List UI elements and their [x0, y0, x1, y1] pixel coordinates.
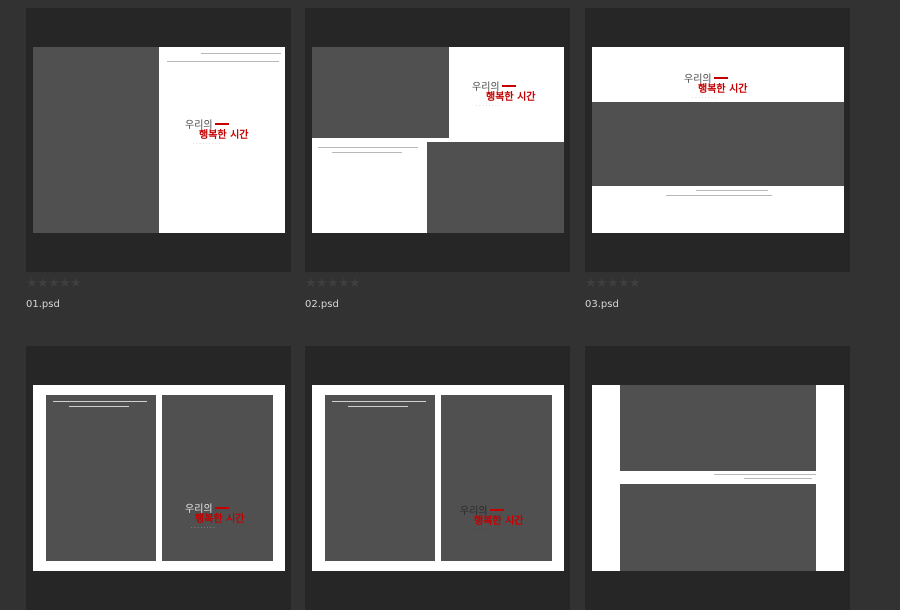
text-line — [714, 474, 816, 475]
text-line — [53, 401, 147, 402]
text-line — [69, 406, 129, 407]
photo-placeholder — [46, 395, 156, 561]
text-line — [332, 152, 402, 153]
album-subtitle-line: · · · · · · · · · — [193, 141, 221, 147]
thumbnail-frame[interactable]: 우리의 행복한 시간 · · · · · · · · — [305, 346, 570, 610]
page-preview: 우리의 행복한 시간 · · · · · · · · — [312, 385, 564, 571]
thumbnail-frame[interactable]: 우리의 행복한 시간 · · · · · · · · — [305, 8, 570, 272]
album-subtitle-line: · · · · · · · · — [476, 103, 500, 109]
album-title: 우리의 행복한 시간 · · · · · · · · — [684, 69, 747, 101]
star-icon[interactable]: ★ — [349, 277, 361, 291]
photo-placeholder — [312, 47, 449, 138]
star-icon[interactable]: ★ — [338, 277, 350, 291]
star-rating[interactable]: ★★★★★ — [26, 277, 82, 291]
title-accent — [214, 122, 229, 125]
photo-placeholder — [620, 484, 816, 571]
star-icon[interactable]: ★ — [327, 277, 339, 291]
photo-placeholder — [592, 102, 844, 186]
album-title: 우리의 행복한 시간 · · · · · · · · — [185, 499, 244, 531]
star-icon[interactable]: ★ — [629, 277, 641, 291]
thumbnail-frame[interactable]: 우리의 행복한 시간 · · · · · · · · — [26, 346, 291, 610]
photo-placeholder — [325, 395, 435, 561]
star-icon[interactable]: ★ — [59, 277, 71, 291]
thumbnail-filename[interactable]: 01.psd — [26, 299, 60, 311]
page-preview: 우리의 행복한 시간 · · · · · · · · — [312, 47, 564, 233]
album-subtitle-line: · · · · · · · · — [191, 525, 215, 531]
title-accent — [214, 506, 229, 509]
photo-placeholder — [427, 142, 564, 233]
text-line — [332, 401, 426, 402]
photo-placeholder — [620, 385, 816, 471]
text-line — [318, 147, 418, 148]
album-subtitle-line: · · · · · · · · — [468, 527, 492, 533]
album-title-line2: 행복한 시간 — [486, 92, 536, 103]
star-rating[interactable]: ★★★★★ — [305, 277, 361, 291]
star-rating[interactable]: ★★★★★ — [585, 277, 641, 291]
title-accent — [713, 76, 728, 79]
page-preview: 우리의 행복한 시간 · · · · · · · · · — [33, 47, 285, 233]
album-title: 우리의 행복한 시간 · · · · · · · · · — [185, 115, 248, 147]
thumbnail-frame[interactable] — [585, 346, 850, 610]
text-line — [744, 478, 812, 479]
page-preview — [592, 385, 844, 571]
text-line — [696, 190, 768, 191]
text-line — [666, 195, 772, 196]
thumbnail-frame[interactable]: 우리의 행복한 시간 · · · · · · · · · — [26, 8, 291, 272]
album-title-line2: 행복한 시간 — [195, 514, 245, 525]
photo-placeholder — [33, 47, 159, 233]
star-icon[interactable]: ★ — [70, 277, 82, 291]
star-icon[interactable]: ★ — [316, 277, 328, 291]
album-title-line2: 행복한 시간 — [474, 516, 524, 527]
star-icon[interactable]: ★ — [26, 277, 38, 291]
star-icon[interactable]: ★ — [618, 277, 630, 291]
album-subtitle-line: · · · · · · · · — [692, 95, 716, 101]
title-accent — [501, 84, 516, 87]
album-title: 우리의 행복한 시간 · · · · · · · · — [460, 501, 523, 533]
thumbnail-frame[interactable]: 우리의 행복한 시간 · · · · · · · · — [585, 8, 850, 272]
album-title-line2: 행복한 시간 — [698, 84, 748, 95]
star-icon[interactable]: ★ — [607, 277, 619, 291]
star-icon[interactable]: ★ — [585, 277, 597, 291]
text-line — [348, 406, 408, 407]
text-line — [167, 61, 279, 62]
text-line — [201, 53, 281, 54]
thumbnail-filename[interactable]: 02.psd — [305, 299, 339, 311]
star-icon[interactable]: ★ — [596, 277, 608, 291]
photo-placeholder — [162, 395, 273, 561]
page-preview: 우리의 행복한 시간 · · · · · · · · — [592, 47, 844, 233]
title-accent — [489, 508, 504, 511]
photo-placeholder — [441, 395, 552, 561]
album-title: 우리의 행복한 시간 · · · · · · · · — [472, 77, 535, 109]
star-icon[interactable]: ★ — [305, 277, 317, 291]
page-preview: 우리의 행복한 시간 · · · · · · · · — [33, 385, 285, 571]
star-icon[interactable]: ★ — [48, 277, 60, 291]
thumbnail-filename[interactable]: 03.psd — [585, 299, 619, 311]
album-title-line2: 행복한 시간 — [199, 130, 249, 141]
star-icon[interactable]: ★ — [37, 277, 49, 291]
